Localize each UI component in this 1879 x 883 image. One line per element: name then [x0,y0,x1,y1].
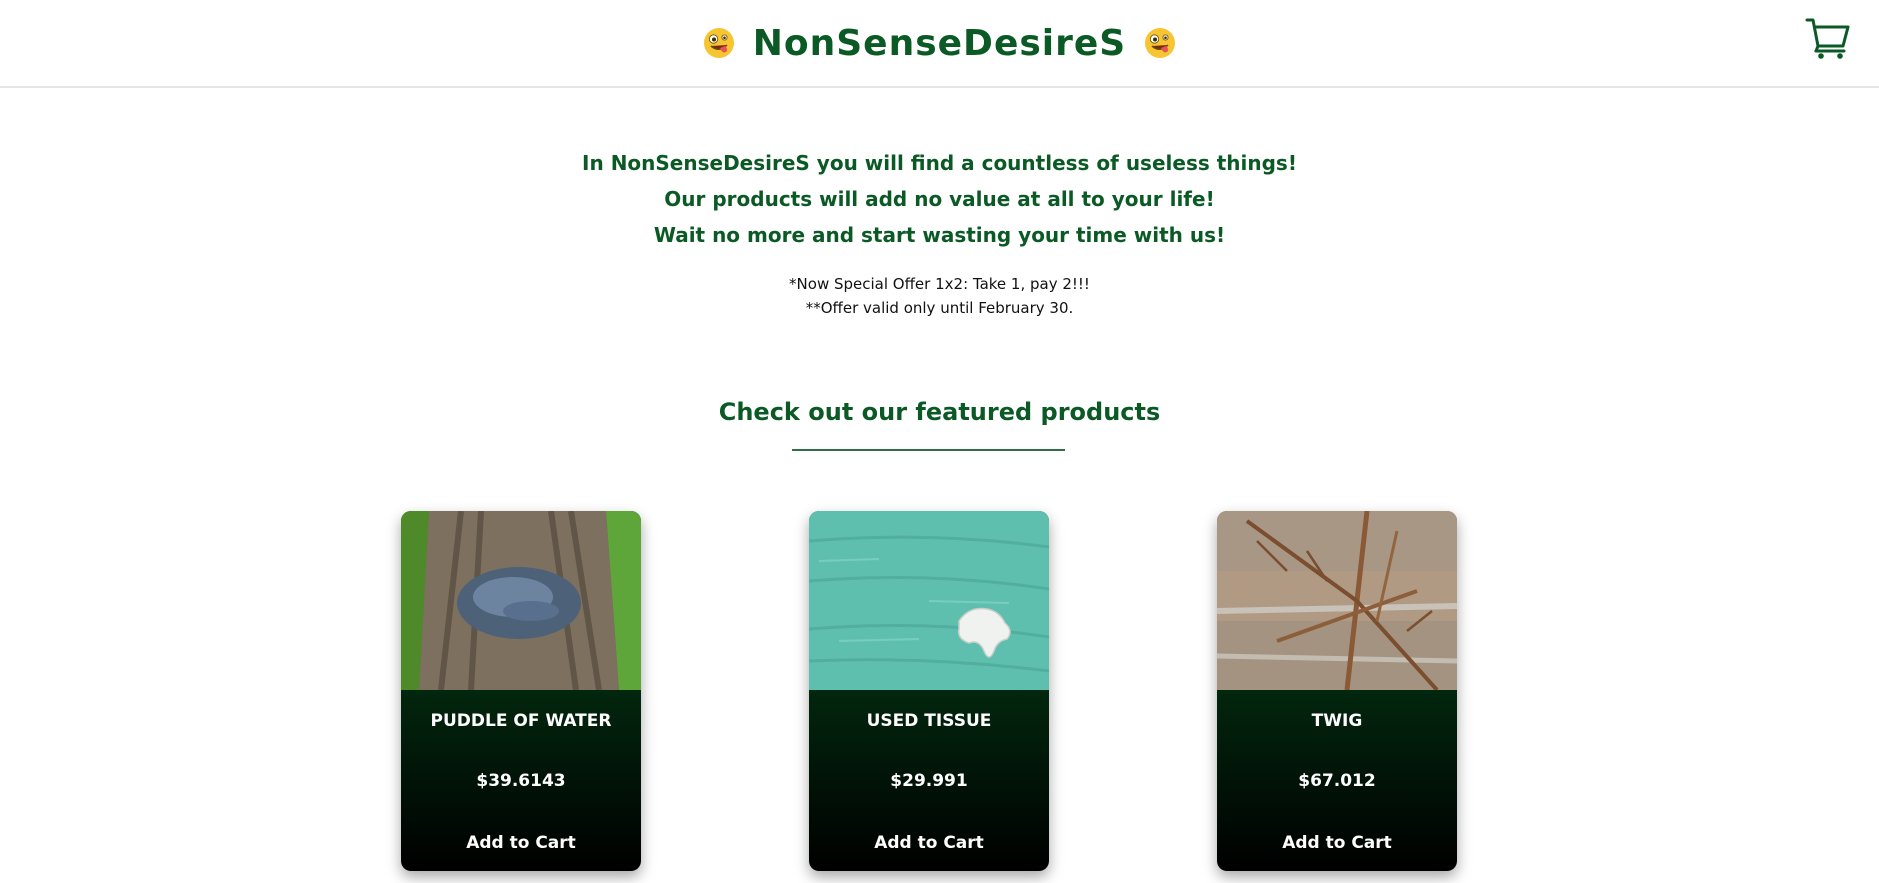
product-price: $39.6143 [476,771,566,791]
featured-divider [792,449,1065,451]
intro-line-3: Wait no more and start wasting your time… [653,223,1226,247]
shopping-cart-icon[interactable] [1805,16,1851,60]
site-header: NonSenseDesireS [0,0,1879,88]
add-to-cart-button[interactable]: Add to Cart [1257,829,1417,857]
twig-photo [1217,511,1457,690]
add-to-cart-button[interactable]: Add to Cart [849,829,1009,857]
zany-face-emoji-right [1145,28,1176,58]
product-name: USED TISSUE [866,711,992,731]
product-name: TWIG [1311,711,1363,731]
intro-line-2: Our products will add no value at all to… [664,187,1215,211]
product-price: $67.012 [1298,771,1376,791]
puddle-photo [401,511,641,690]
special-offer: *Now Special Offer 1x2: Take 1, pay 2!!!… [0,272,1879,320]
site-title: NonSenseDesireS [752,22,1127,64]
add-to-cart-button[interactable]: Add to Cart [441,829,601,857]
product-name: PUDDLE OF WATER [430,711,612,731]
tissue-photo [809,511,1049,690]
product-price: $29.991 [890,771,968,791]
intro-line-1: In NonSenseDesireS you will find a count… [582,151,1297,175]
brand: NonSenseDesireS [0,0,1879,86]
intro-text: In NonSenseDesireS you will find a count… [0,145,1879,253]
offer-line-1: *Now Special Offer 1x2: Take 1, pay 2!!! [789,275,1090,293]
zany-face-emoji-left [703,28,734,58]
offer-line-2: **Offer valid only until February 30. [805,299,1074,317]
featured-heading: Check out our featured products [718,398,1161,426]
product-card-used-tissue: USED TISSUE $29.991 Add to Cart [809,511,1049,871]
product-card-twig: TWIG $67.012 Add to Cart [1217,511,1457,871]
product-card-puddle: PUDDLE OF WATER $39.6143 Add to Cart [401,511,641,871]
